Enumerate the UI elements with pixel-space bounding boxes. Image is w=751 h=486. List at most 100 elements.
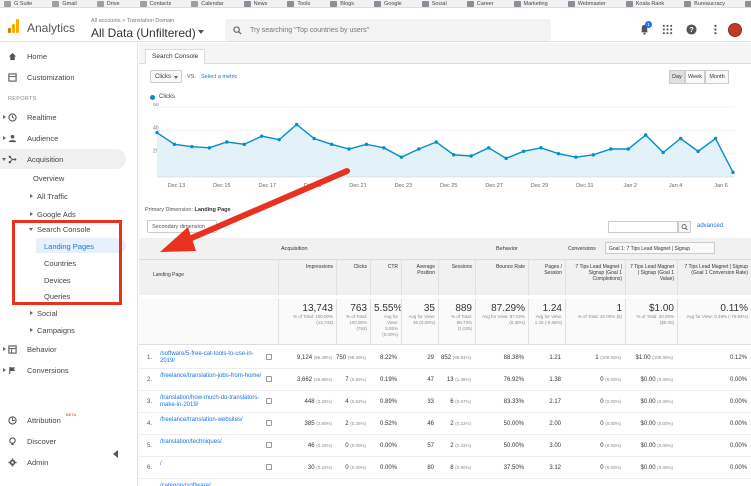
data-point[interactable] (242, 142, 246, 147)
landing-page-link[interactable]: /freelance/translation-jobs-from-home/ (160, 373, 268, 380)
bookmark-item[interactable]: Google (373, 0, 402, 7)
data-point[interactable] (486, 146, 491, 150)
account-breadcrumb[interactable]: All accounts > Translation Domain (91, 18, 174, 24)
data-point[interactable] (329, 142, 334, 147)
apps-grid-icon[interactable] (662, 24, 673, 35)
data-point[interactable] (591, 153, 596, 157)
open-link-icon[interactable] (266, 464, 272, 470)
table-cell: 46 (401, 421, 434, 427)
data-point[interactable] (417, 147, 421, 151)
data-point[interactable] (294, 122, 299, 127)
column-header[interactable]: Clicks (336, 260, 370, 295)
open-link-icon[interactable] (266, 376, 272, 382)
open-link-icon[interactable] (266, 420, 272, 426)
bookmark-item[interactable]: Tools (287, 0, 310, 7)
data-point[interactable] (399, 155, 404, 159)
bookmark-item[interactable]: Webmaster (567, 0, 606, 7)
column-header[interactable]: CTR (370, 260, 401, 295)
data-point[interactable] (347, 147, 351, 151)
landing-page-column-header[interactable]: Landing Page (139, 260, 278, 295)
column-header[interactable]: Pages / Session (528, 260, 565, 295)
granularity-day-button[interactable]: Day (669, 70, 685, 84)
metric-dropdown[interactable]: Clicks (150, 70, 182, 83)
secondary-dimension-dropdown[interactable]: Secondary dimension (147, 220, 217, 233)
cell-percent: (98.30%) (347, 355, 366, 360)
data-point[interactable] (172, 142, 177, 147)
data-point[interactable] (155, 130, 159, 135)
granularity-month-button[interactable]: Month (705, 70, 729, 84)
search-icon[interactable] (678, 221, 691, 233)
data-point[interactable] (644, 133, 648, 137)
data-point[interactable] (539, 146, 543, 150)
bookmark-item[interactable]: Bootstrapping (745, 0, 751, 7)
bookmark-item[interactable]: Gmail (52, 0, 77, 7)
table-search-input[interactable] (608, 221, 678, 233)
granularity-week-button[interactable]: Week (685, 70, 705, 84)
select-metric-link[interactable]: Select a metric (201, 74, 237, 80)
bookmark-item[interactable]: Contacts (139, 0, 171, 7)
column-header[interactable]: 7 Tips Lead Magnet | Signup (Goal 1 Comp… (565, 260, 625, 295)
data-point[interactable] (661, 150, 665, 155)
data-point[interactable] (731, 170, 735, 175)
data-point[interactable] (382, 146, 386, 150)
data-point[interactable] (312, 136, 316, 141)
data-point[interactable] (609, 147, 613, 151)
analytics-logo-icon[interactable] (8, 19, 20, 33)
data-point[interactable] (521, 149, 526, 154)
bookmark-item[interactable]: Marketing (513, 0, 548, 7)
bookmark-item[interactable]: Drive (96, 0, 120, 7)
data-point[interactable] (277, 137, 281, 142)
data-point[interactable] (452, 153, 456, 157)
data-point[interactable] (678, 136, 683, 141)
search-input[interactable]: Try searching "Top countries by users" (225, 19, 551, 41)
data-point[interactable] (696, 149, 700, 154)
bookmark-label: G Suite (14, 0, 33, 7)
primary-dimension-value[interactable]: Landing Page (195, 207, 231, 213)
bookmark-item[interactable]: G Suite (4, 0, 33, 7)
column-header[interactable]: Sessions (438, 260, 475, 295)
bookmark-item[interactable]: Koala Rank (625, 0, 664, 7)
help-icon[interactable]: ? (686, 24, 697, 35)
landing-page-link[interactable]: /translation/techniques/ (160, 439, 268, 446)
data-point[interactable] (574, 155, 578, 159)
landing-page-link[interactable]: / (160, 461, 268, 468)
data-point[interactable] (626, 147, 630, 151)
data-point[interactable] (469, 154, 473, 158)
totals-cell: 35 Avg for View: 35 (0.00%) (401, 299, 438, 345)
bookmark-item[interactable]: Blogs (330, 0, 354, 7)
data-point[interactable] (713, 136, 718, 141)
bookmark-item[interactable]: Social (421, 0, 447, 7)
collapse-sidebar-icon[interactable] (113, 450, 118, 458)
bookmark-item[interactable]: Calendar (191, 0, 224, 7)
view-selector[interactable]: All Data (Unfiltered) (91, 26, 196, 40)
column-header[interactable]: 7 Tips Lead Magnet | Signup (Goal 1 Valu… (625, 260, 677, 295)
bookmark-item[interactable]: Bureaucracy (684, 0, 725, 7)
column-header[interactable]: Impressions (278, 260, 336, 295)
cell-value: 0 (600, 399, 604, 405)
avatar[interactable] (728, 23, 742, 37)
bookmark-item[interactable]: News (243, 0, 267, 7)
open-link-icon[interactable] (266, 354, 272, 360)
data-point[interactable] (556, 151, 561, 156)
chevron-down-icon[interactable] (198, 30, 204, 34)
more-vert-icon[interactable] (710, 24, 721, 35)
data-point[interactable] (207, 146, 212, 150)
data-point[interactable] (260, 134, 264, 138)
data-point[interactable] (364, 142, 369, 147)
open-link-icon[interactable] (266, 442, 272, 448)
goal-select-dropdown[interactable]: Goal 1: 7 Tips Lead Magnet | Signup (605, 242, 715, 254)
column-header[interactable]: Average Position (401, 260, 438, 295)
landing-page-link[interactable]: /freelance/translation-websites/ (160, 417, 268, 424)
landing-page-link[interactable]: /translation/how-much-do-translators-mak… (160, 395, 268, 409)
landing-page-link[interactable]: /software/5-free-cat-tools-to-use-in-201… (160, 351, 268, 365)
advanced-link[interactable]: advanced (697, 223, 723, 229)
tab-search-console[interactable]: Search Console (145, 49, 206, 64)
column-header[interactable]: Bounce Rate (475, 260, 528, 295)
data-point[interactable] (434, 140, 438, 144)
data-point[interactable] (225, 140, 229, 144)
open-link-icon[interactable] (266, 398, 272, 404)
data-point[interactable] (190, 144, 194, 149)
data-point[interactable] (504, 156, 508, 161)
column-header[interactable]: 7 Tips Lead Magnet | Signup (Goal 1 Conv… (677, 260, 751, 295)
bookmark-item[interactable]: Career (466, 0, 494, 7)
